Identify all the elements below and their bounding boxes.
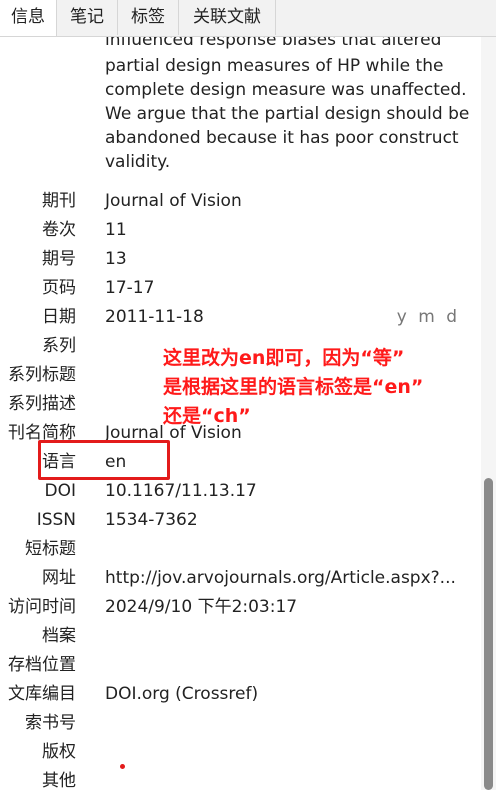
field-value[interactable]: 2011-11-18 <box>105 303 204 332</box>
field-label: 页码 <box>42 278 76 298</box>
field-value[interactable]: 11 <box>105 216 127 245</box>
field-row-archive-location: 存档位置 <box>0 651 480 680</box>
field-row-extra: 其他 <box>0 767 480 790</box>
field-label: 网址 <box>42 568 76 588</box>
field-label: ISSN <box>36 510 76 530</box>
field-row-archive: 档案 <box>0 622 480 651</box>
field-label: DOI <box>44 481 77 501</box>
field-row-issue: 期号 13 <box>0 245 480 274</box>
field-label: 文库编目 <box>8 684 76 704</box>
field-row-date: 日期 2011-11-18 y m d <box>0 303 480 332</box>
annotation-note: 这里改为en即可，因为“等” 是根据这里的语言标签是“en” 还是“ch” <box>163 344 493 431</box>
field-row-pages: 页码 17-17 <box>0 274 480 303</box>
field-row-journal: 期刊 Journal of Vision <box>0 187 480 216</box>
annotation-line: 这里改为en即可，因为“等” <box>163 347 405 369</box>
annotation-highlight-box <box>38 440 170 480</box>
annotation-dot <box>120 764 125 769</box>
field-label: 索书号 <box>25 713 76 733</box>
annotation-line: 是根据这里的语言标签是“en” <box>163 376 424 398</box>
field-label: 期刊 <box>42 191 76 211</box>
field-value[interactable]: 13 <box>105 245 127 274</box>
annotation-line: 还是“ch” <box>163 405 251 427</box>
field-row-doi: DOI 10.1167/11.13.17 <box>0 477 480 506</box>
tab-bar: 信息 笔记 标签 关联文献 <box>0 0 496 37</box>
field-label: 版权 <box>42 742 76 762</box>
field-row-url: 网址 http://jov.arvojournals.org/Article.a… <box>0 564 480 593</box>
field-row-rights: 版权 <box>0 738 480 767</box>
field-label: 期号 <box>42 249 76 269</box>
field-row-short-title: 短标题 <box>0 535 480 564</box>
field-label: 档案 <box>42 626 76 646</box>
field-label: 系列描述 <box>8 394 76 414</box>
abstract-cut-line: influenced response biases that altered <box>105 37 442 50</box>
field-label: 日期 <box>42 307 76 327</box>
field-row-library-catalog: 文库编目 DOI.org (Crossref) <box>0 680 480 709</box>
field-value[interactable]: 17-17 <box>105 274 154 303</box>
tab-notes[interactable]: 笔记 <box>57 0 118 35</box>
scrollbar-thumb[interactable] <box>484 478 493 790</box>
field-row-call-number: 索书号 <box>0 709 480 738</box>
date-format-indicator: y m d <box>396 307 460 327</box>
field-label: 系列 <box>42 336 76 356</box>
tab-tags[interactable]: 标签 <box>118 0 179 35</box>
field-row-volume: 卷次 11 <box>0 216 480 245</box>
field-label: 卷次 <box>42 220 76 240</box>
field-row-issn: ISSN 1534-7362 <box>0 506 480 535</box>
field-value[interactable]: Journal of Vision <box>105 187 242 216</box>
field-label: 其他 <box>42 771 76 790</box>
tab-related[interactable]: 关联文献 <box>179 0 276 35</box>
field-row-accessed: 访问时间 2024/9/10 下午2:03:17 <box>0 593 480 622</box>
field-label: 系列标题 <box>8 365 76 385</box>
field-value[interactable]: 10.1167/11.13.17 <box>105 477 257 506</box>
field-value[interactable]: 1534-7362 <box>105 506 198 535</box>
field-value[interactable]: 2024/9/10 下午2:03:17 <box>105 593 297 622</box>
field-label: 访问时间 <box>8 597 76 617</box>
tab-info[interactable]: 信息 <box>0 0 57 36</box>
field-value[interactable]: http://jov.arvojournals.org/Article.aspx… <box>105 564 456 593</box>
field-label: 存档位置 <box>8 655 76 675</box>
field-value[interactable]: DOI.org (Crossref) <box>105 680 258 709</box>
abstract-body: partial design measures of HP while the … <box>105 56 470 172</box>
field-label: 短标题 <box>25 539 76 559</box>
